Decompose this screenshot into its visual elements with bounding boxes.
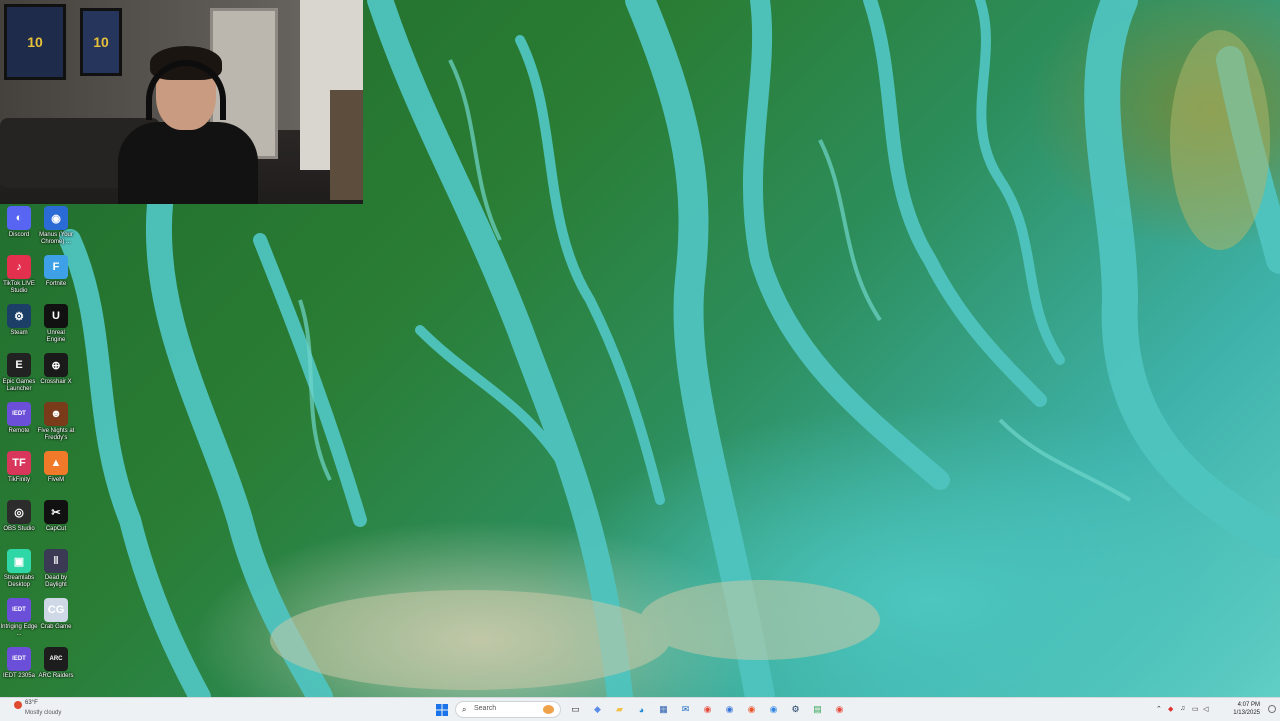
weather-icon (14, 701, 22, 709)
chevron-up-icon[interactable]: ⌃ (1156, 705, 1162, 713)
tray-app-icon[interactable]: ◆ (1168, 705, 1173, 713)
iedt-icon: IEDT (7, 402, 31, 426)
desktop-shortcut[interactable]: ARC ARC Raiders (37, 647, 75, 680)
desktop-shortcut-label: Streamlabs Desktop (3, 575, 35, 588)
desktop-shortcut-label: TikTok LIVE Studio (3, 281, 35, 294)
chrome-icon[interactable]: ◉ (700, 702, 715, 717)
microsoft-store-icon[interactable]: ▦ (656, 702, 671, 717)
framed-jersey-left: 10 (4, 4, 66, 80)
webcam-shelf (330, 90, 363, 200)
discord-icon: ◐ (7, 206, 31, 230)
desktop-shortcut-label: Discord (8, 232, 30, 238)
streamlabs-icon: ▣ (7, 549, 31, 573)
desktop-shortcut-label: IEDT 2305a (3, 673, 35, 679)
desktop-shortcut-label: Intriging Edge ... (0, 624, 38, 637)
desktop-shortcut[interactable]: ◐ Discord (0, 206, 38, 239)
iedt-icon: IEDT (7, 598, 31, 622)
desktop-shortcut[interactable]: IEDT Remote (0, 402, 38, 435)
desktop-shortcut[interactable]: ♪ TikTok LIVE Studio (0, 255, 38, 295)
volume-icon[interactable]: ◁ (1203, 705, 1208, 713)
weather-condition: Mostly cloudy (25, 710, 62, 716)
desktop-shortcut[interactable]: ◎ OBS Studio (0, 500, 38, 533)
capcut-icon: ✂ (44, 500, 68, 524)
desktop-shortcut-label: ARC Raiders (38, 673, 74, 679)
chrome-icon[interactable]: ◉ (766, 702, 781, 717)
search-highlight-icon (543, 705, 554, 714)
outlook-icon[interactable]: ✉ (678, 702, 693, 717)
windows-start-icon[interactable] (434, 702, 449, 717)
epic-games-icon: E (7, 353, 31, 377)
system-tray: ⌃ ◆ ♫ ▭ ◁ 4:07 PM 1/13/2025 (1150, 698, 1280, 721)
crosshair-icon: ⊕ (44, 353, 68, 377)
desktop-shortcut[interactable]: U Unreal Engine (37, 304, 75, 344)
unreal-icon: U (44, 304, 68, 328)
clock-date: 1/13/2025 (1233, 710, 1260, 716)
tiktok-icon: ♪ (7, 255, 31, 279)
taskbar-search-input[interactable]: ⌕ Search (455, 701, 561, 718)
desktop-shortcut-label: Crab Game (40, 624, 72, 630)
desktop-shortcut[interactable]: E Epic Games Launcher (0, 353, 38, 393)
network-icon[interactable]: ▭ (1192, 705, 1199, 713)
desktop-shortcut-label: FiveM (47, 477, 65, 483)
desktop-shortcut[interactable]: CG Crab Game (37, 598, 75, 631)
desktop-shortcut[interactable]: ▣ Streamlabs Desktop (0, 549, 38, 589)
desktop-shortcut[interactable]: F Fortnite (37, 255, 75, 288)
desktop-shortcut-label: CapCut (45, 526, 67, 532)
chrome-icon: ◉ (44, 206, 68, 230)
crab-game-icon: CG (44, 598, 68, 622)
obs-icon: ◎ (7, 500, 31, 524)
desktop-shortcut-label: Dead by Daylight (44, 575, 68, 588)
notification-bell-icon[interactable] (1268, 705, 1276, 713)
search-placeholder: Search (474, 705, 497, 712)
fnaf-icon: ☻ (44, 402, 68, 426)
taskbar: 63°F Mostly cloudy ⌕ Search ▭ ◆ ▰ ◕ ▦ ✉ ◉ ◉ ◉ ◉ ⚙ ▤… (0, 697, 1280, 721)
file-explorer-icon[interactable]: ▰ (612, 702, 627, 717)
webcam-overlay: 10 10 (0, 0, 363, 204)
desktop-shortcut[interactable]: ▲ FiveM (37, 451, 75, 484)
desktop-shortcut-label: Five Nights at Freddy's (37, 428, 75, 441)
desktop-shortcut[interactable]: TF TikFinity (0, 451, 38, 484)
tikfinity-icon: TF (7, 451, 31, 475)
copilot-icon[interactable]: ◆ (590, 702, 605, 717)
desktop-shortcut[interactable]: ⊕ Crosshair X (37, 353, 75, 386)
desktop-shortcut-label: Crosshair X (40, 379, 72, 385)
framed-jersey-right: 10 (80, 8, 122, 76)
desktop-shortcut-label: Fortnite (45, 281, 67, 287)
fivem-icon: ▲ (44, 451, 68, 475)
clock-time: 4:07 PM (1237, 702, 1260, 708)
desktop-shortcut-label: TikFinity (7, 477, 31, 483)
steam-icon: ⚙ (7, 304, 31, 328)
desktop-shortcut[interactable]: ⚙ Steam (0, 304, 38, 337)
desktop-shortcut[interactable]: IEDT Intriging Edge ... (0, 598, 38, 638)
desktop-shortcut[interactable]: ‖ Dead by Daylight (37, 549, 75, 589)
streamer-torso (118, 122, 258, 204)
microphone-icon[interactable]: ♫ (1180, 705, 1185, 712)
dead-by-daylight-icon: ‖ (44, 549, 68, 573)
fortnite-icon: F (44, 255, 68, 279)
iedt-icon: IEDT (7, 647, 31, 671)
desktop-shortcut-label: Epic Games Launcher (2, 379, 36, 392)
chrome-icon[interactable]: ◉ (832, 702, 847, 717)
desktop-shortcut-label: Unreal Engine (46, 330, 66, 343)
search-icon: ⌕ (462, 705, 467, 714)
desktop-shortcut[interactable]: ☻ Five Nights at Freddy's (37, 402, 75, 442)
desktop-shortcut-label: Remote (8, 428, 30, 434)
taskbar-clock[interactable]: 4:07 PM 1/13/2025 (1233, 701, 1260, 717)
task-view-icon[interactable]: ▭ (568, 702, 583, 717)
desktop-shortcut[interactable]: IEDT IEDT 2305a (0, 647, 38, 680)
steam-icon[interactable]: ⚙ (788, 702, 803, 717)
weather-temperature: 63°F (25, 700, 38, 706)
desktop-shortcut-label: Manus (Your Chrome) ... (39, 232, 73, 245)
brave-icon[interactable]: ◉ (744, 702, 759, 717)
desktop-shortcut[interactable]: ✂ CapCut (37, 500, 75, 533)
arc-raiders-icon: ARC (44, 647, 68, 671)
desktop-shortcut-label: Steam (10, 330, 28, 336)
edge-icon[interactable]: ◕ (634, 702, 649, 717)
desktop-shortcut-label: OBS Studio (3, 526, 35, 532)
notepad-icon[interactable]: ▤ (810, 702, 825, 717)
chrome-profile-icon[interactable]: ◉ (722, 702, 737, 717)
desktop-shortcut[interactable]: ◉ Manus (Your Chrome) ... (37, 206, 75, 246)
